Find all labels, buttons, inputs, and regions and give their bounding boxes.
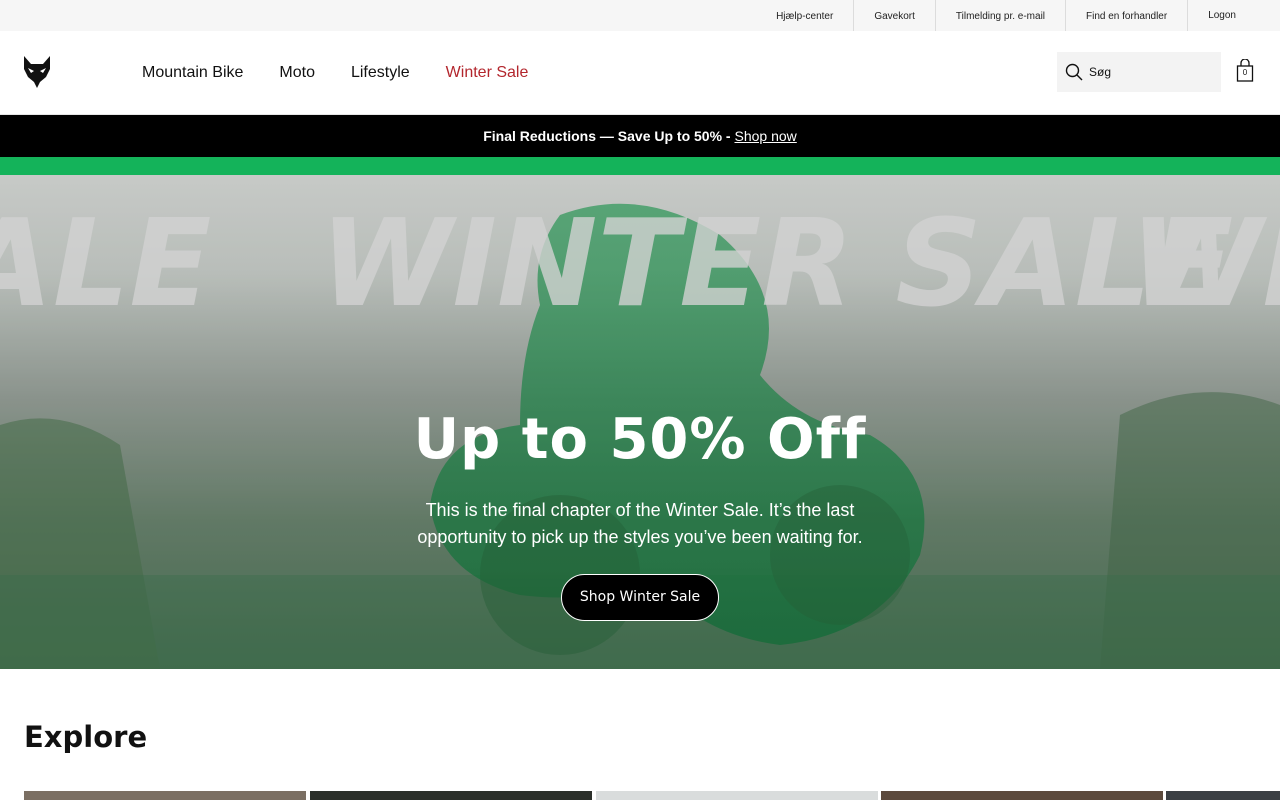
explore-title: Explore xyxy=(24,720,148,754)
explore-card[interactable] xyxy=(596,791,878,800)
email-signup-link[interactable]: Tilmelding pr. e-mail xyxy=(934,0,1065,31)
nav-item-lifestyle[interactable]: Lifestyle xyxy=(351,64,410,82)
main-nav: Mountain Bike Moto Lifestyle Winter Sale xyxy=(142,31,564,115)
shop-winter-sale-button[interactable]: Shop Winter Sale xyxy=(561,574,719,621)
fox-head-logo-icon[interactable] xyxy=(22,55,52,89)
explore-card[interactable] xyxy=(881,791,1163,800)
promo-text: Final Reductions — Save Up to 50% - xyxy=(483,128,731,144)
cart-count: 0 xyxy=(1242,68,1248,77)
utility-links: Hjælp-center Gavekort Tilmelding pr. e-m… xyxy=(756,0,1256,31)
help-center-link[interactable]: Hjælp-center xyxy=(756,0,853,31)
login-link[interactable]: Logon xyxy=(1187,0,1256,31)
utility-bar: Hjælp-center Gavekort Tilmelding pr. e-m… xyxy=(0,0,1280,31)
accent-strip xyxy=(0,157,1280,175)
gift-card-link[interactable]: Gavekort xyxy=(853,0,935,31)
nav-item-mountain-bike[interactable]: Mountain Bike xyxy=(142,64,243,82)
find-dealer-link[interactable]: Find en forhandler xyxy=(1065,0,1187,31)
site-header: Mountain Bike Moto Lifestyle Winter Sale… xyxy=(0,31,1280,115)
promo-bar: Final Reductions — Save Up to 50% - Shop… xyxy=(0,115,1280,157)
hero-heading: Up to 50% Off xyxy=(413,407,867,472)
explore-card[interactable] xyxy=(1166,791,1280,800)
nav-item-moto[interactable]: Moto xyxy=(279,64,315,82)
hero-banner: ALE WINTER SALE WIN Up to 50% Off This i… xyxy=(0,175,1280,669)
explore-card[interactable] xyxy=(310,791,592,800)
hero-description: This is the final chapter of the Winter … xyxy=(417,500,863,547)
search-input[interactable] xyxy=(1089,65,1209,79)
explore-carousel xyxy=(24,791,1280,800)
promo-shop-now-link[interactable]: Shop now xyxy=(735,128,797,144)
nav-item-winter-sale[interactable]: Winter Sale xyxy=(446,64,529,82)
search-icon xyxy=(1065,63,1083,81)
search-box[interactable] xyxy=(1057,52,1221,92)
explore-card[interactable] xyxy=(24,791,306,800)
cart-button[interactable]: 0 xyxy=(1236,58,1254,83)
